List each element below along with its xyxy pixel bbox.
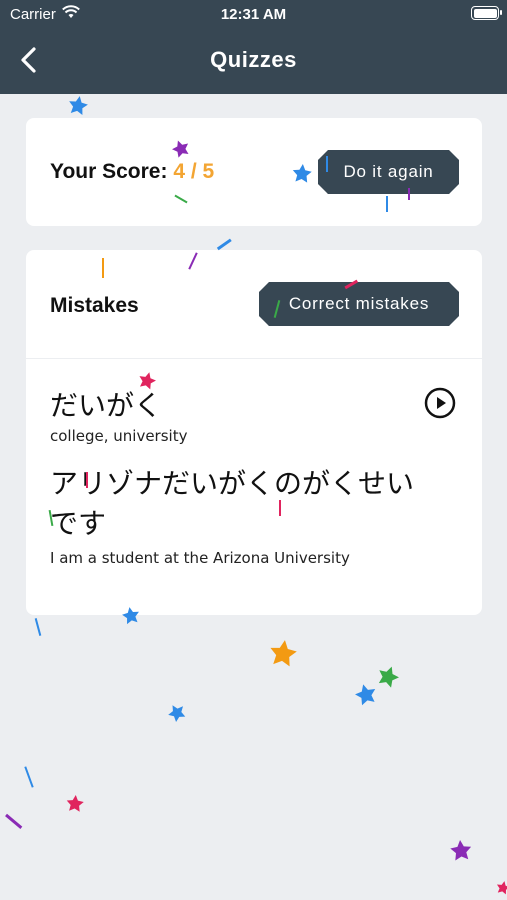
star-icon [165,700,189,724]
confetti-piece [24,766,34,788]
nav-bar: Carrier 12:31 AM Quizzes [0,0,507,94]
do-it-again-button[interactable]: Do it again [318,150,459,194]
star-icon [495,879,507,895]
play-icon [424,387,456,419]
confetti-piece [216,238,232,251]
star-icon [67,94,90,116]
status-time: 12:31 AM [220,6,287,23]
star-icon [268,638,299,668]
star-icon [449,839,473,861]
star-icon [353,681,379,707]
mistakes-title: Mistakes [50,294,139,317]
word-meaning: college, university [50,427,188,445]
divider [26,358,482,359]
score-text: Your Score: 4 / 5 [50,160,214,184]
confetti-piece [5,813,23,829]
correct-mistakes-button[interactable]: Correct mistakes [259,282,459,326]
battery-icon [471,6,502,20]
example-sentence: アリゾナだいがくのがくせいです [50,467,415,540]
mistake-word: だいがく [50,389,163,422]
play-audio-button[interactable] [424,387,456,419]
star-icon [375,663,402,689]
sentence-translation: I am a student at the Arizona University [50,549,350,567]
score-value: 4 / 5 [173,160,215,183]
status-bar: Carrier 12:31 AM [0,0,507,28]
confetti-piece [34,618,42,636]
score-card: Your Score: 4 / 5 Do it again [26,118,482,226]
star-icon [65,794,85,813]
score-label: Your Score: [50,160,168,183]
page-title: Quizzes [210,47,297,72]
mistakes-card: Mistakes Correct mistakes だいがく college, … [26,250,482,615]
